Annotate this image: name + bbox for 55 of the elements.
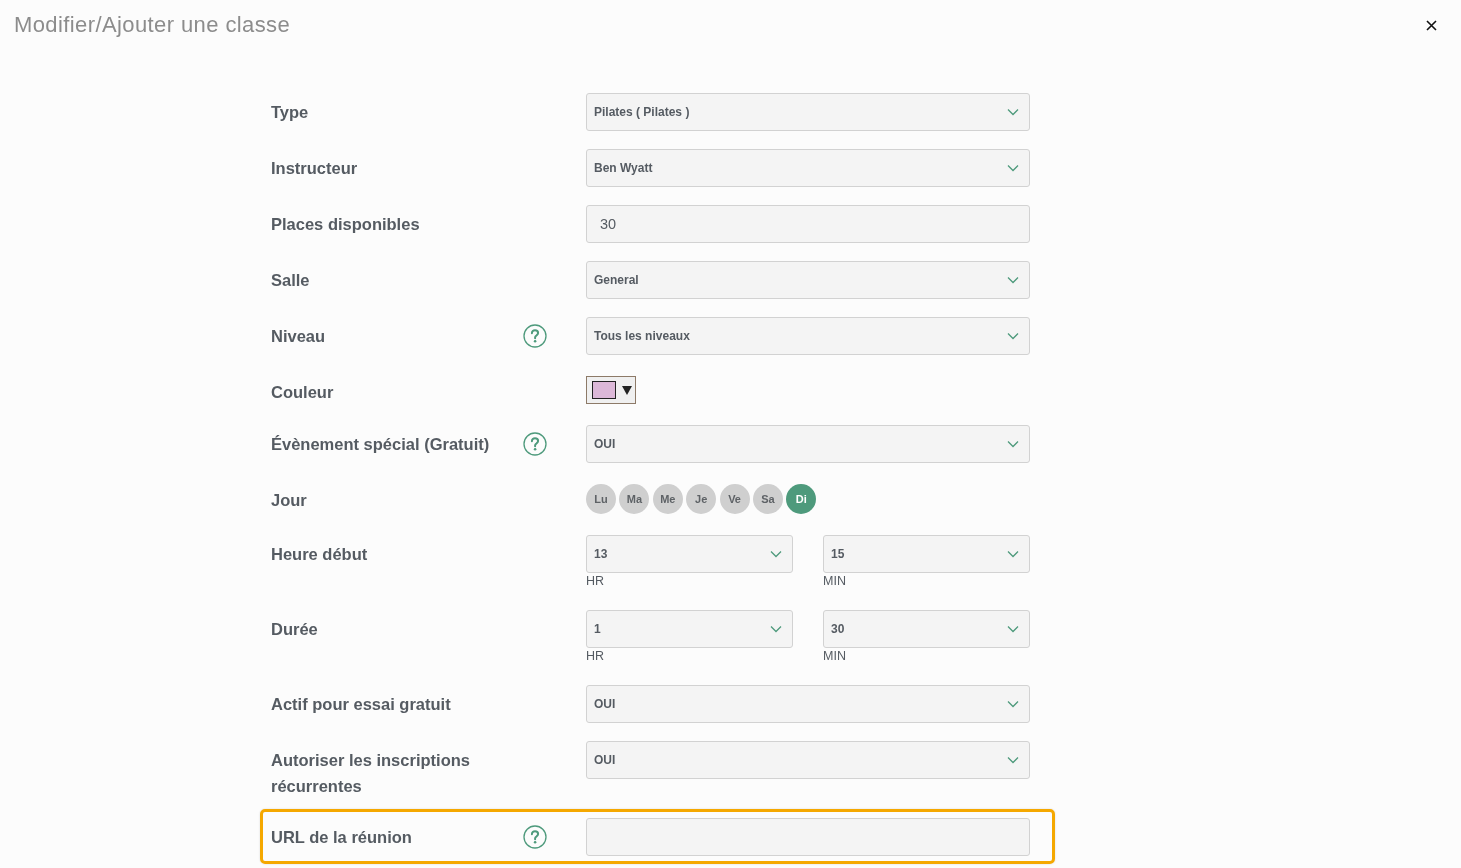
dropdown[interactable]: 1 bbox=[586, 610, 793, 648]
field-label: Autoriser les inscriptions récurrentes bbox=[271, 750, 471, 797]
unit-label: MIN bbox=[823, 573, 847, 590]
help-icon[interactable] bbox=[523, 324, 547, 348]
unit-label: MIN bbox=[823, 648, 847, 665]
day-toggle[interactable]: Ve bbox=[719, 484, 750, 514]
chevron-down-icon bbox=[770, 550, 782, 558]
dialog-title: Modifier/Ajouter une classe bbox=[14, 11, 291, 39]
field-label: Jour bbox=[271, 490, 308, 511]
field-label: Couleur bbox=[271, 382, 335, 403]
dropdown[interactable]: General bbox=[586, 261, 1030, 299]
field-label: Salle bbox=[271, 270, 311, 291]
chevron-down-icon bbox=[770, 625, 782, 633]
day-toggle[interactable]: Je bbox=[686, 484, 717, 514]
day-toggle[interactable]: Sa bbox=[752, 484, 783, 514]
help-icon[interactable] bbox=[523, 825, 547, 849]
field-label: Type bbox=[271, 102, 310, 123]
chevron-down-icon bbox=[1007, 550, 1019, 558]
dropdown[interactable]: 30 bbox=[823, 610, 1030, 648]
chevron-down-icon bbox=[1007, 276, 1019, 284]
dropdown[interactable]: Pilates ( Pilates ) bbox=[586, 93, 1030, 131]
chevron-down-icon bbox=[1007, 440, 1019, 448]
help-icon[interactable] bbox=[523, 432, 547, 456]
dropdown[interactable]: 13 bbox=[586, 535, 793, 573]
field-label: Évènement spécial (Gratuit) bbox=[271, 434, 491, 455]
day-toggle[interactable]: Di bbox=[786, 484, 817, 514]
field-label: Places disponibles bbox=[271, 214, 421, 235]
field-label: Durée bbox=[271, 619, 319, 640]
dropdown[interactable]: 15 bbox=[823, 535, 1030, 573]
field-label: Actif pour essai gratuit bbox=[271, 694, 452, 715]
chevron-down-icon bbox=[1007, 108, 1019, 116]
day-toggle[interactable]: Me bbox=[652, 484, 683, 514]
day-toggle[interactable]: Lu bbox=[586, 484, 616, 514]
day-toggle[interactable]: Ma bbox=[619, 484, 650, 514]
chevron-down-icon bbox=[1007, 756, 1019, 764]
chevron-down-icon bbox=[1007, 332, 1019, 340]
chevron-down-icon bbox=[1007, 625, 1019, 633]
input-field[interactable]: 30 bbox=[586, 205, 1030, 243]
input-field[interactable] bbox=[586, 818, 1030, 856]
dropdown[interactable]: Ben Wyatt bbox=[586, 149, 1030, 187]
field-label: Niveau bbox=[271, 326, 327, 347]
dropdown[interactable]: OUI bbox=[586, 741, 1030, 779]
unit-label: HR bbox=[586, 648, 606, 665]
dropdown[interactable]: OUI bbox=[586, 685, 1030, 723]
unit-label: HR bbox=[586, 573, 606, 590]
close-icon bbox=[1425, 19, 1437, 31]
caret-icon bbox=[622, 385, 632, 395]
field-label: URL de la réunion bbox=[271, 827, 413, 848]
dropdown[interactable]: Tous les niveaux bbox=[586, 317, 1030, 355]
color-picker[interactable] bbox=[586, 376, 636, 404]
dropdown[interactable]: OUI bbox=[586, 425, 1030, 463]
field-label: Instructeur bbox=[271, 158, 359, 179]
chevron-down-icon bbox=[1007, 700, 1019, 708]
chevron-down-icon bbox=[1007, 164, 1019, 172]
field-label: Heure début bbox=[271, 544, 369, 565]
